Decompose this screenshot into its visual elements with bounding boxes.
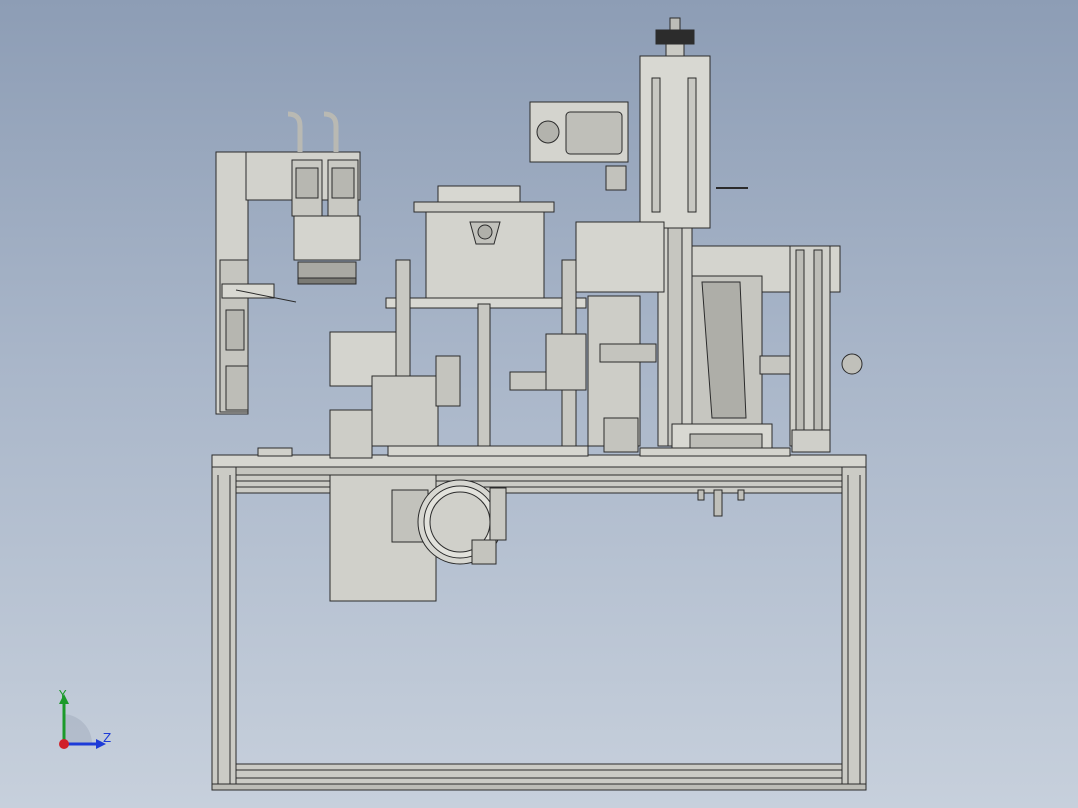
z-axis-label: Z	[103, 731, 112, 745]
upper-mounting-plate	[529, 101, 629, 191]
under-table-motor	[329, 474, 507, 602]
middle-lift-assembly	[329, 185, 589, 459]
frame	[211, 454, 867, 791]
x-axis-dot	[59, 739, 69, 749]
triad-sector	[64, 714, 93, 744]
y-axis-label: Y	[59, 688, 67, 702]
cad-viewport[interactable]: Y Z	[0, 0, 1078, 808]
machine-assembly-drawing[interactable]	[0, 0, 1078, 808]
